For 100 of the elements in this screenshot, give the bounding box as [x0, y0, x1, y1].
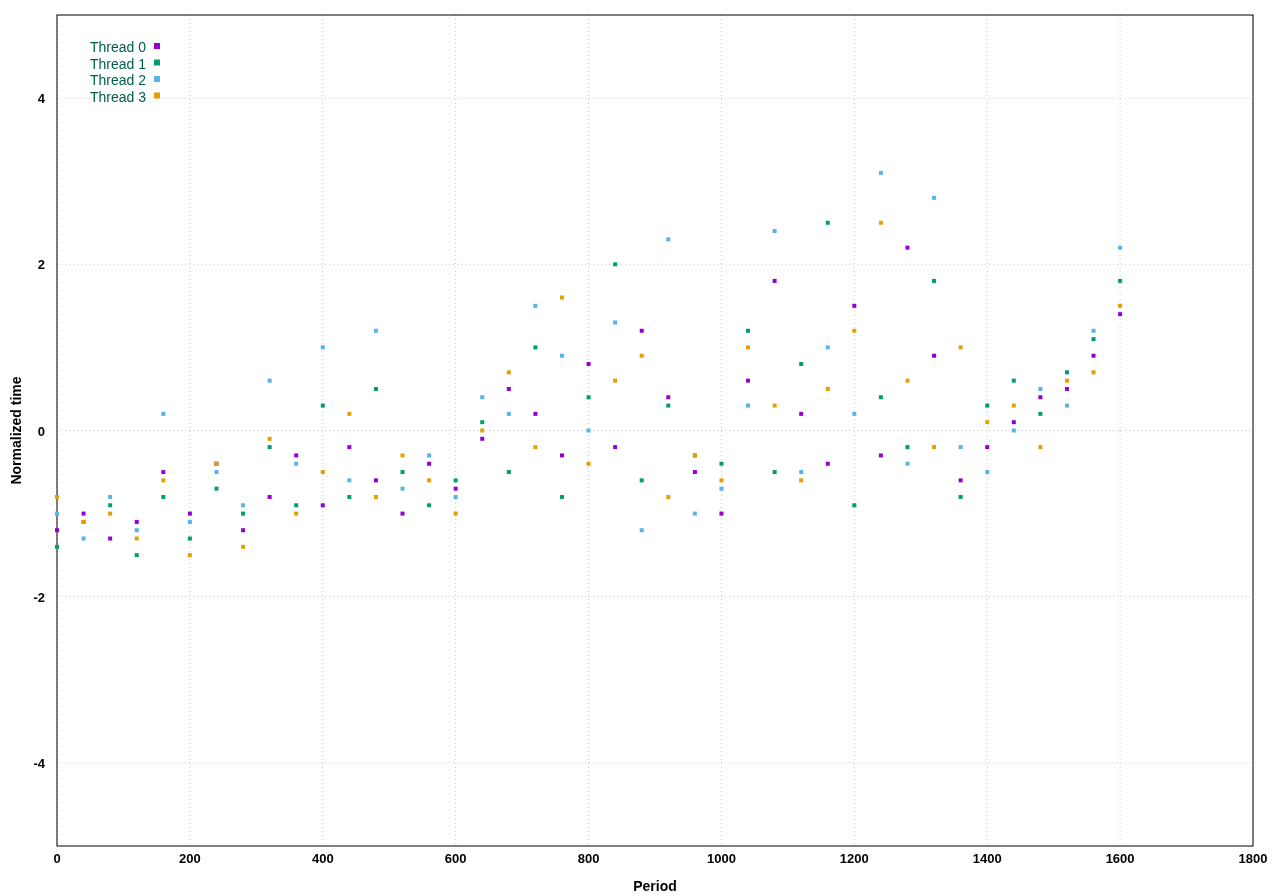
data-point — [506, 370, 511, 375]
data-point — [560, 453, 564, 458]
data-point — [1091, 337, 1096, 342]
data-point — [1011, 403, 1016, 408]
data-point — [480, 436, 485, 441]
data-point — [772, 229, 777, 234]
data-point — [1064, 370, 1069, 375]
data-point — [639, 528, 644, 533]
data-point — [294, 461, 299, 466]
data-point — [639, 353, 644, 358]
data-point — [1038, 386, 1043, 391]
data-point — [161, 470, 166, 475]
data-point — [932, 353, 937, 358]
data-point — [108, 503, 113, 508]
data-point — [134, 528, 139, 533]
data-point — [825, 345, 830, 350]
data-point — [825, 461, 830, 466]
data-point — [852, 328, 857, 333]
data-point — [55, 544, 59, 549]
data-point — [347, 411, 352, 416]
data-point — [878, 170, 883, 175]
data-point — [666, 403, 671, 408]
data-point — [214, 486, 219, 491]
x-tick-label: 800 — [577, 851, 600, 866]
data-point — [400, 486, 405, 491]
data-point — [294, 453, 299, 458]
data-point — [427, 503, 432, 508]
data-point — [506, 470, 511, 475]
data-point — [639, 328, 644, 333]
data-point — [533, 445, 538, 450]
data-point — [666, 495, 671, 499]
data-point — [55, 495, 59, 499]
data-point — [1011, 420, 1016, 425]
data-point — [187, 536, 192, 541]
data-point — [1118, 278, 1123, 283]
data-point — [187, 511, 192, 516]
data-point — [1038, 445, 1043, 450]
data-point — [772, 278, 777, 283]
data-point — [666, 395, 671, 400]
data-point — [81, 511, 86, 516]
data-point — [692, 511, 697, 516]
data-point — [400, 470, 405, 475]
data-point — [613, 445, 618, 450]
data-point — [241, 528, 246, 533]
data-point — [453, 486, 458, 491]
data-point — [932, 278, 937, 283]
data-point — [799, 478, 804, 483]
data-point — [427, 461, 432, 466]
data-point — [586, 428, 591, 433]
data-point — [852, 503, 857, 508]
data-point — [187, 519, 192, 524]
data-point — [373, 495, 378, 499]
data-point — [453, 478, 458, 483]
data-point — [241, 544, 246, 549]
legend-label: Thread 1 — [90, 55, 147, 72]
data-point — [905, 445, 910, 450]
data-point — [1064, 386, 1069, 391]
data-point — [453, 495, 458, 499]
data-point — [294, 511, 299, 516]
x-tick-label: 600 — [444, 851, 467, 866]
data-point — [533, 411, 538, 416]
data-point — [427, 478, 432, 483]
y-tick-label: -2 — [33, 589, 45, 605]
data-point — [692, 470, 697, 475]
data-point — [1118, 303, 1123, 308]
data-point — [799, 362, 804, 366]
data-point — [108, 495, 113, 499]
data-point — [320, 345, 325, 350]
data-point — [480, 420, 485, 425]
x-tick-label: 1600 — [1105, 851, 1135, 866]
data-point — [533, 303, 538, 308]
data-point — [347, 445, 352, 450]
data-point — [1118, 312, 1123, 317]
x-tick-label: 1400 — [972, 851, 1002, 866]
x-tick-label: 1000 — [707, 851, 736, 866]
data-point — [134, 536, 139, 541]
data-point — [560, 295, 564, 300]
data-point — [1091, 328, 1096, 333]
data-point — [985, 445, 990, 450]
data-point — [1064, 378, 1069, 383]
data-point — [613, 378, 618, 383]
data-point — [453, 511, 458, 516]
data-point — [161, 495, 166, 499]
data-point — [958, 495, 963, 499]
data-point — [108, 536, 113, 541]
data-point — [985, 420, 990, 425]
data-point — [825, 386, 830, 391]
data-point — [905, 461, 910, 466]
data-point — [772, 470, 777, 475]
data-point — [560, 495, 564, 499]
x-tick-label: 0 — [53, 851, 61, 866]
data-point — [799, 470, 804, 475]
y-tick-label: -4 — [33, 755, 45, 771]
data-point — [719, 486, 724, 491]
data-point — [719, 478, 724, 483]
data-point — [506, 386, 511, 391]
data-point — [1091, 370, 1096, 375]
data-point — [586, 362, 591, 366]
data-point — [320, 503, 325, 508]
data-point — [480, 428, 485, 433]
